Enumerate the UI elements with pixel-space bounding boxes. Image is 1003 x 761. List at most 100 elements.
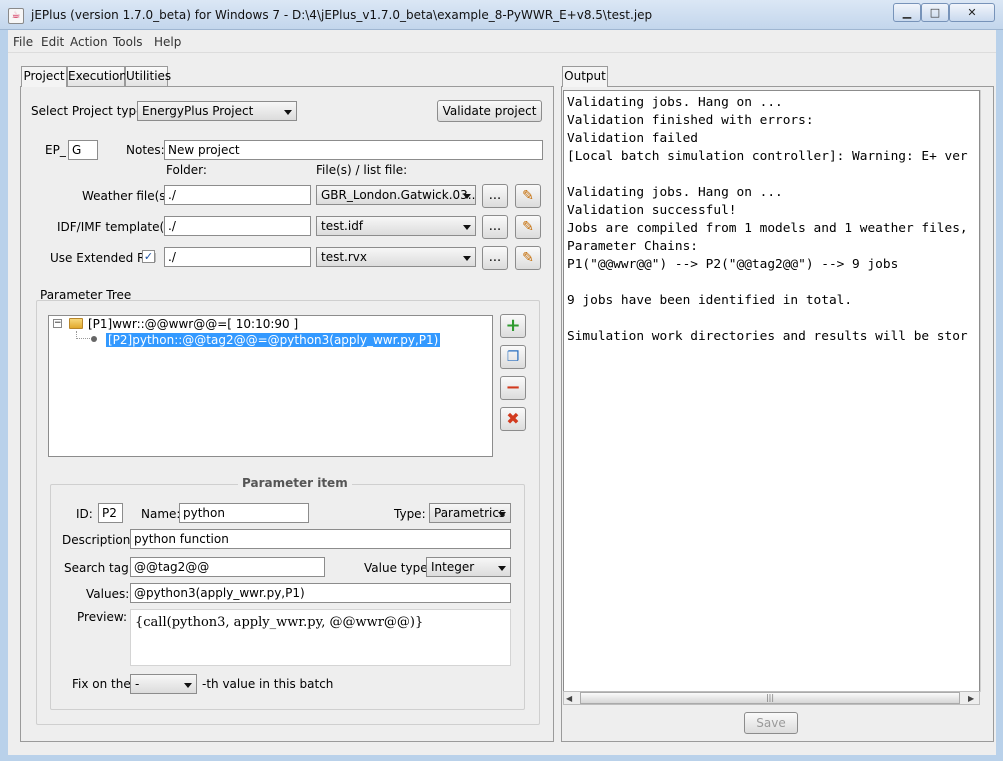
rvi-folder-input[interactable]: ./ [164,247,311,267]
type-select[interactable]: Parametrics [429,503,511,523]
output-line: 9 jobs have been identified in total. [567,293,853,308]
name-label: Name: [141,507,181,521]
menu-tools[interactable]: Tools [113,35,143,49]
idf-file-value: test.idf [321,219,364,233]
weather-file-select[interactable]: GBR_London.Gatwick.03... [316,185,476,205]
extended-rvi-checkbox[interactable]: ✓ [142,250,155,263]
extended-rvi-label: Use Extended RVI [50,251,157,265]
tree-collapse-toggle[interactable]: − [53,319,62,328]
minimize-button[interactable]: ▁ [893,3,921,22]
copy-parameter-button[interactable]: ❐ [500,345,526,369]
tab-utilities[interactable]: Utilities [125,66,171,86]
type-value: Parametrics [434,506,506,520]
value-type-select[interactable]: Integer [426,557,511,577]
leaf-node-icon [91,336,97,342]
tree-node-p1[interactable]: [P1]wwr::@@wwr@@=[ 10:10:90 ] [88,317,298,331]
rvi-file-select[interactable]: test.rvx [316,247,476,267]
close-button[interactable]: ✕ [949,3,995,22]
output-line: Simulation work directories and results … [567,329,968,344]
tree-node-p2[interactable]: [P2]python::@@tag2@@=@python3(apply_wwr.… [106,333,441,347]
delete-icon: ✖ [506,409,520,428]
values-label: Values: [86,587,130,601]
save-button[interactable]: Save [744,712,798,734]
weather-edit-button[interactable]: ✎ [515,184,541,208]
output-line: Validation successful! [567,203,737,218]
title-bar[interactable]: ☕ jEPlus (version 1.7.0_beta) for Window… [0,0,1003,30]
project-type-select[interactable]: EnergyPlus Project [137,101,297,121]
notes-input[interactable]: New project [164,140,543,160]
value-type-value: Integer [431,560,475,574]
menu-help[interactable]: Help [154,35,181,49]
id-label: ID: [76,507,93,521]
idf-folder-input[interactable]: ./ [164,216,311,236]
description-input[interactable]: python function [130,529,511,549]
close-icon: ✕ [967,6,977,19]
project-type-value: EnergyPlus Project [142,104,254,118]
maximize-icon: □ [929,6,941,19]
folder-icon [69,318,83,329]
menu-file[interactable]: File [13,35,33,49]
type-label: Type: [394,507,426,521]
idf-browse-button[interactable]: ... [482,215,508,239]
weather-file-value: GBR_London.Gatwick.03... [321,188,476,202]
rvi-edit-button[interactable]: ✎ [515,246,541,270]
tab-project[interactable]: Project [21,66,67,87]
output-log[interactable]: Validating jobs. Hang on ... Validation … [563,90,980,692]
chevron-down-icon [463,194,471,199]
idf-file-select[interactable]: test.idf [316,216,476,236]
select-project-type-label: Select Project type: [31,104,148,118]
search-tag-input[interactable]: @@tag2@@ [130,557,325,577]
rvi-browse-button[interactable]: ... [482,246,508,270]
chevron-down-icon [184,683,192,688]
output-line: P1("@@wwr@@") --> P2("@@tag2@@") --> 9 j… [567,257,899,272]
delete-parameter-button[interactable]: ✖ [500,407,526,431]
add-parameter-button[interactable]: + [500,314,526,338]
edit-icon: ✎ [522,250,534,266]
vertical-scrollbar[interactable] [980,90,993,692]
folder-header: Folder: [166,163,207,177]
rvi-file-value: test.rvx [321,250,367,264]
fix-on-label: Fix on the [72,677,131,691]
scroll-left-icon[interactable]: ◀ [566,694,572,703]
output-lines: Validating jobs. Hang on ... Validation … [564,91,979,346]
maximize-button[interactable]: □ [921,3,949,22]
weather-browse-button[interactable]: ... [482,184,508,208]
weather-folder-input[interactable]: ./ [164,185,311,205]
files-header: File(s) / list file: [316,163,408,177]
idf-template-label: IDF/IMF template(s): [57,220,180,234]
scroll-thumb[interactable]: ||| [580,692,960,704]
edit-icon: ✎ [522,188,534,204]
idf-edit-button[interactable]: ✎ [515,215,541,239]
output-line: [Local batch simulation controller]: War… [567,149,968,164]
chevron-down-icon [498,566,506,571]
fix-on-select[interactable]: - [130,674,197,694]
menu-bar: File Edit Action Tools Help [8,31,996,53]
menu-edit[interactable]: Edit [41,35,64,49]
output-line: Validating jobs. Hang on ... [567,95,783,110]
values-input[interactable]: @python3(apply_wwr.py,P1) [130,583,511,603]
preview-label: Preview: [77,610,128,624]
remove-icon: − [505,377,521,398]
chevron-down-icon [498,512,506,517]
remove-parameter-button[interactable]: − [500,376,526,400]
validate-project-button[interactable]: Validate project [437,100,542,122]
tree-node-p2-label: [P2]python::@@tag2@@=@python3(apply_wwr.… [106,333,441,347]
output-line: Validation failed [567,131,698,146]
tab-output[interactable]: Output [562,66,608,87]
tree-connector [76,331,90,339]
parameter-item-title: Parameter item [238,476,352,490]
ep-prefix-label: EP_ [45,143,66,157]
app-icon: ☕ [8,8,24,24]
scroll-right-icon[interactable]: ▶ [968,694,974,703]
name-input[interactable]: python [179,503,309,523]
ep-prefix-input[interactable]: G [68,140,98,160]
copy-icon: ❐ [506,349,520,365]
horizontal-scrollbar[interactable]: ◀ ||| ▶ [563,691,980,705]
menu-action[interactable]: Action [70,35,108,49]
tab-execution[interactable]: Execution [67,66,127,86]
chevron-down-icon [463,256,471,261]
id-input[interactable]: P2 [98,503,123,523]
